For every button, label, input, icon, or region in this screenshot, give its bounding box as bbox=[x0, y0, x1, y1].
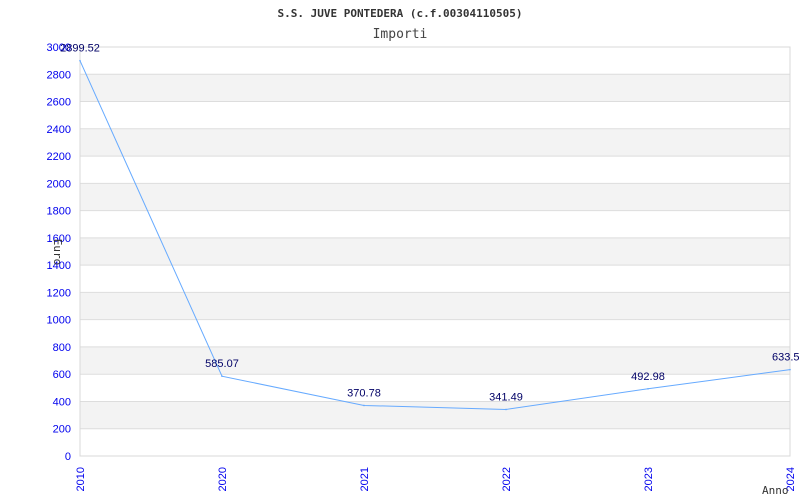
y-tick-label: 600 bbox=[53, 369, 71, 381]
y-tick-label: 1200 bbox=[47, 287, 71, 299]
y-tick-label: 0 bbox=[65, 451, 71, 463]
y-tick-label: 2200 bbox=[47, 151, 71, 163]
y-tick-label: 1800 bbox=[47, 206, 71, 218]
grid-band bbox=[80, 183, 790, 211]
data-label: 2899.52 bbox=[60, 43, 100, 55]
y-tick-label: 1000 bbox=[47, 315, 71, 327]
x-tick-label: 2021 bbox=[359, 467, 371, 491]
x-axis-label: Anno bbox=[762, 484, 789, 497]
y-tick-label: 800 bbox=[53, 342, 71, 354]
data-label: 492.98 bbox=[631, 371, 665, 383]
chart-subtitle: Importi bbox=[373, 27, 428, 42]
y-tick-label: 2800 bbox=[47, 69, 71, 81]
data-label: 341.49 bbox=[489, 391, 523, 403]
data-point bbox=[221, 375, 223, 378]
y-tick-label: 200 bbox=[53, 424, 71, 436]
grid-band bbox=[80, 74, 790, 102]
data-point bbox=[79, 59, 81, 62]
x-tick-label: 2022 bbox=[501, 467, 513, 491]
data-point bbox=[363, 404, 365, 407]
line-chart: S.S. JUVE PONTEDERA (c.f.00304110505) Im… bbox=[47, 7, 800, 497]
y-axis-label: Euro bbox=[51, 239, 64, 266]
chart-title: S.S. JUVE PONTEDERA (c.f.00304110505) bbox=[277, 7, 522, 20]
x-tick-label: 2020 bbox=[217, 467, 229, 491]
data-point bbox=[789, 368, 791, 371]
data-point bbox=[505, 408, 507, 411]
y-tick-label: 2400 bbox=[47, 124, 71, 136]
data-label: 370.78 bbox=[347, 387, 381, 399]
grid-band bbox=[80, 128, 790, 157]
data-label: 585.07 bbox=[205, 358, 239, 370]
data-label: 633.5 bbox=[772, 352, 800, 364]
grid-band bbox=[80, 401, 790, 429]
grid-band bbox=[80, 346, 790, 375]
y-tick-label: 2600 bbox=[47, 97, 71, 109]
y-tick-label: 2000 bbox=[47, 178, 71, 190]
data-point bbox=[647, 387, 649, 390]
y-tick-label: 400 bbox=[53, 396, 71, 408]
grid-band bbox=[80, 237, 790, 266]
x-tick-label: 2023 bbox=[643, 467, 655, 491]
x-tick-label: 2010 bbox=[75, 467, 87, 491]
